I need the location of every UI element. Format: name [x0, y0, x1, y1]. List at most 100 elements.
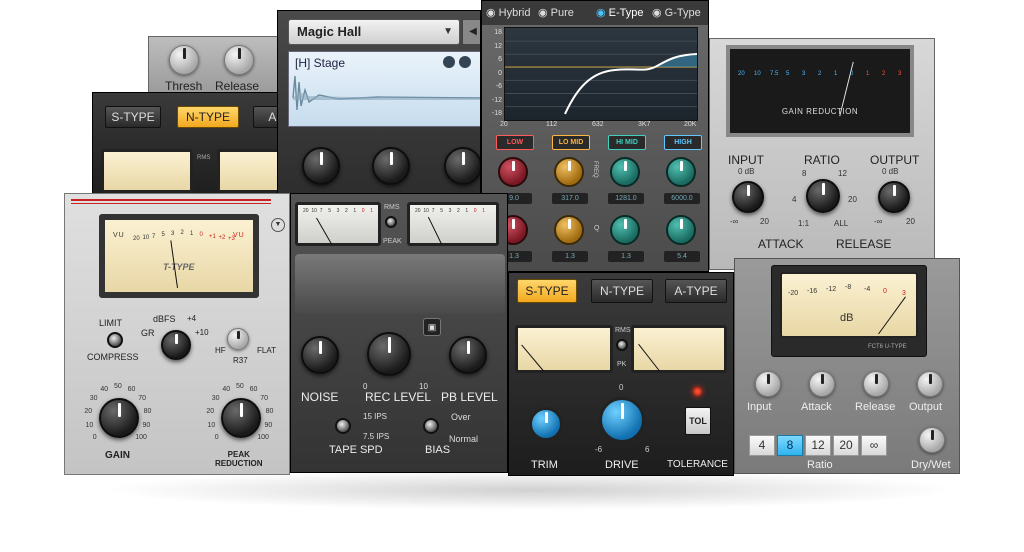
preset-prev-button[interactable]: ◀: [462, 19, 480, 45]
rec-level-knob[interactable]: [367, 332, 411, 376]
vca-comp-panel: 20 10 7.5 5 3 2 1 0 1 2 3 GAIN REDUCTION INPUT 0 d…: [709, 38, 935, 270]
fet-ratio-label: Ratio: [807, 459, 833, 471]
reverb-knob-1[interactable]: [302, 147, 340, 185]
input-label: INPUT: [728, 153, 764, 167]
fet-release-knob[interactable]: [863, 371, 889, 397]
hf-label: HF: [215, 346, 226, 355]
n-type-button[interactable]: N-TYPE: [591, 279, 653, 303]
eq-q-value[interactable]: 1.3: [608, 251, 644, 262]
tape-meter-tick: 0: [473, 208, 477, 214]
ratio-button-12[interactable]: 12: [805, 435, 831, 456]
gain-tick: 0: [92, 434, 97, 442]
eq-q-knob[interactable]: [610, 215, 640, 245]
dry-wet-label: Dry/Wet: [911, 459, 951, 471]
opto-vu-tick: 20: [133, 236, 140, 242]
opto-vu-tick: 0: [199, 232, 203, 239]
eq-freq-knob[interactable]: [498, 157, 528, 187]
eq-q-knob[interactable]: [554, 215, 584, 245]
ratio-button-20[interactable]: 20: [833, 435, 859, 456]
noise-knob[interactable]: [301, 336, 339, 374]
gain-reduction-scale: 20 10 7.5 5 3 2 1 0 1 2 3: [738, 71, 906, 83]
preset-selector[interactable]: Magic Hall ▼: [288, 19, 460, 45]
peak-reduction-tick: 30: [211, 395, 220, 403]
pb-level-knob[interactable]: [449, 336, 487, 374]
eq-y-tick: 12: [494, 42, 502, 50]
fet-input-label: Input: [747, 401, 772, 413]
mode-pure[interactable]: ◉ Pure: [538, 6, 574, 19]
eq-band-header[interactable]: HIGH: [664, 135, 702, 150]
eq-band-header[interactable]: LO MID: [552, 135, 590, 150]
eq-freq-label: FREQ: [592, 161, 598, 178]
eq-freq-knob[interactable]: [554, 157, 584, 187]
type-selector-back-panel: S-TYPE N-TYPE A-T RMS: [92, 92, 292, 196]
bus-meter-left: [515, 325, 613, 373]
tape-lock-icon[interactable]: ▣: [423, 318, 441, 336]
ratio-button-inf[interactable]: ∞: [861, 435, 887, 456]
eq-freq-knob[interactable]: [666, 157, 696, 187]
s-type-button[interactable]: S-TYPE: [517, 279, 577, 303]
release-label: Release: [215, 79, 260, 93]
peak-reduction-knob[interactable]: [221, 398, 261, 438]
eq-band-header[interactable]: HI MID: [608, 135, 646, 150]
eq-x-tick: 20K: [684, 121, 697, 128]
eq-freq-knob[interactable]: [610, 157, 640, 187]
ratio-button-4[interactable]: 4: [749, 435, 775, 456]
eq-band-header[interactable]: LOW: [496, 135, 534, 150]
tape-speed-switch[interactable]: [335, 418, 351, 434]
bias-switch[interactable]: [423, 418, 439, 434]
gain-tick: 10: [85, 422, 94, 430]
dry-wet-knob[interactable]: [919, 427, 945, 453]
mode-e-type[interactable]: ◉ E-Type: [596, 6, 644, 19]
drive-left-tick: -6: [595, 445, 603, 454]
eq-freq-value[interactable]: 6000.0: [664, 193, 700, 204]
ratio-knob[interactable]: [806, 179, 840, 213]
n-type-button-back[interactable]: N-TYPE: [177, 106, 239, 128]
tol-button[interactable]: TOL: [685, 407, 711, 435]
ratio-tick-all: ALL: [834, 219, 849, 228]
input-left-tick: -∞: [730, 217, 739, 226]
trim-knob[interactable]: [529, 407, 563, 441]
eq-q-value[interactable]: 5.4: [664, 251, 700, 262]
gain-knob[interactable]: [99, 398, 139, 438]
eq-y-tick: 18: [494, 29, 502, 36]
reverb-knob-3[interactable]: [444, 147, 480, 185]
fet-output-knob[interactable]: [917, 371, 943, 397]
bus-meter-right: [631, 325, 727, 373]
meter-mode-knob[interactable]: [161, 330, 191, 360]
tolerance-label: TOLERANCE: [667, 459, 728, 470]
eq-q-value[interactable]: 1.3: [552, 251, 588, 262]
eq-band-fill: [655, 54, 697, 67]
peak-reduction-tick: 40: [222, 386, 231, 394]
waveform-display: [H] Stage: [288, 51, 480, 127]
thresh-knob[interactable]: [169, 45, 199, 75]
fet-attack-knob[interactable]: [809, 371, 835, 397]
mode-hybrid[interactable]: ◉ Hybrid: [486, 6, 530, 19]
release-knob[interactable]: [224, 45, 254, 75]
eq-y-tick: -12: [491, 96, 502, 104]
limit-compress-switch[interactable]: [107, 332, 123, 348]
opto-menu-icon[interactable]: ▼: [271, 218, 285, 232]
drive-knob[interactable]: [599, 397, 645, 443]
mode-g-type[interactable]: ◉ G-Type: [652, 6, 701, 19]
eq-q-knob[interactable]: [666, 215, 696, 245]
bus-rms-pk-switch[interactable]: [616, 339, 628, 351]
eq-freq-value[interactable]: 1281.0: [608, 193, 644, 204]
reverb-knob-2[interactable]: [372, 147, 410, 185]
eq-freq-value[interactable]: 317.0: [552, 193, 588, 204]
reverb-panel: Magic Hall ▼ ◀ [H] Stage: [277, 10, 481, 200]
ratio-button-8[interactable]: 8: [777, 435, 803, 456]
a-type-button[interactable]: A-TYPE: [665, 279, 727, 303]
tape-meter-tick: 1: [353, 208, 357, 214]
eq-x-tick: 632: [592, 121, 604, 128]
hf-r37-knob[interactable]: [227, 328, 249, 350]
fet-input-knob[interactable]: [755, 371, 781, 397]
s-type-button-back[interactable]: S-TYPE: [105, 106, 161, 128]
output-knob[interactable]: [878, 181, 910, 213]
fet-vu-tick: -8: [845, 284, 852, 291]
rms-peak-switch[interactable]: [385, 216, 397, 228]
opto-top-stripe-2: [71, 203, 271, 204]
gain-label: GAIN: [105, 450, 130, 461]
input-knob[interactable]: [732, 181, 764, 213]
limit-label: LIMIT: [99, 318, 123, 328]
peak-reduction-tick: 50: [236, 383, 244, 390]
